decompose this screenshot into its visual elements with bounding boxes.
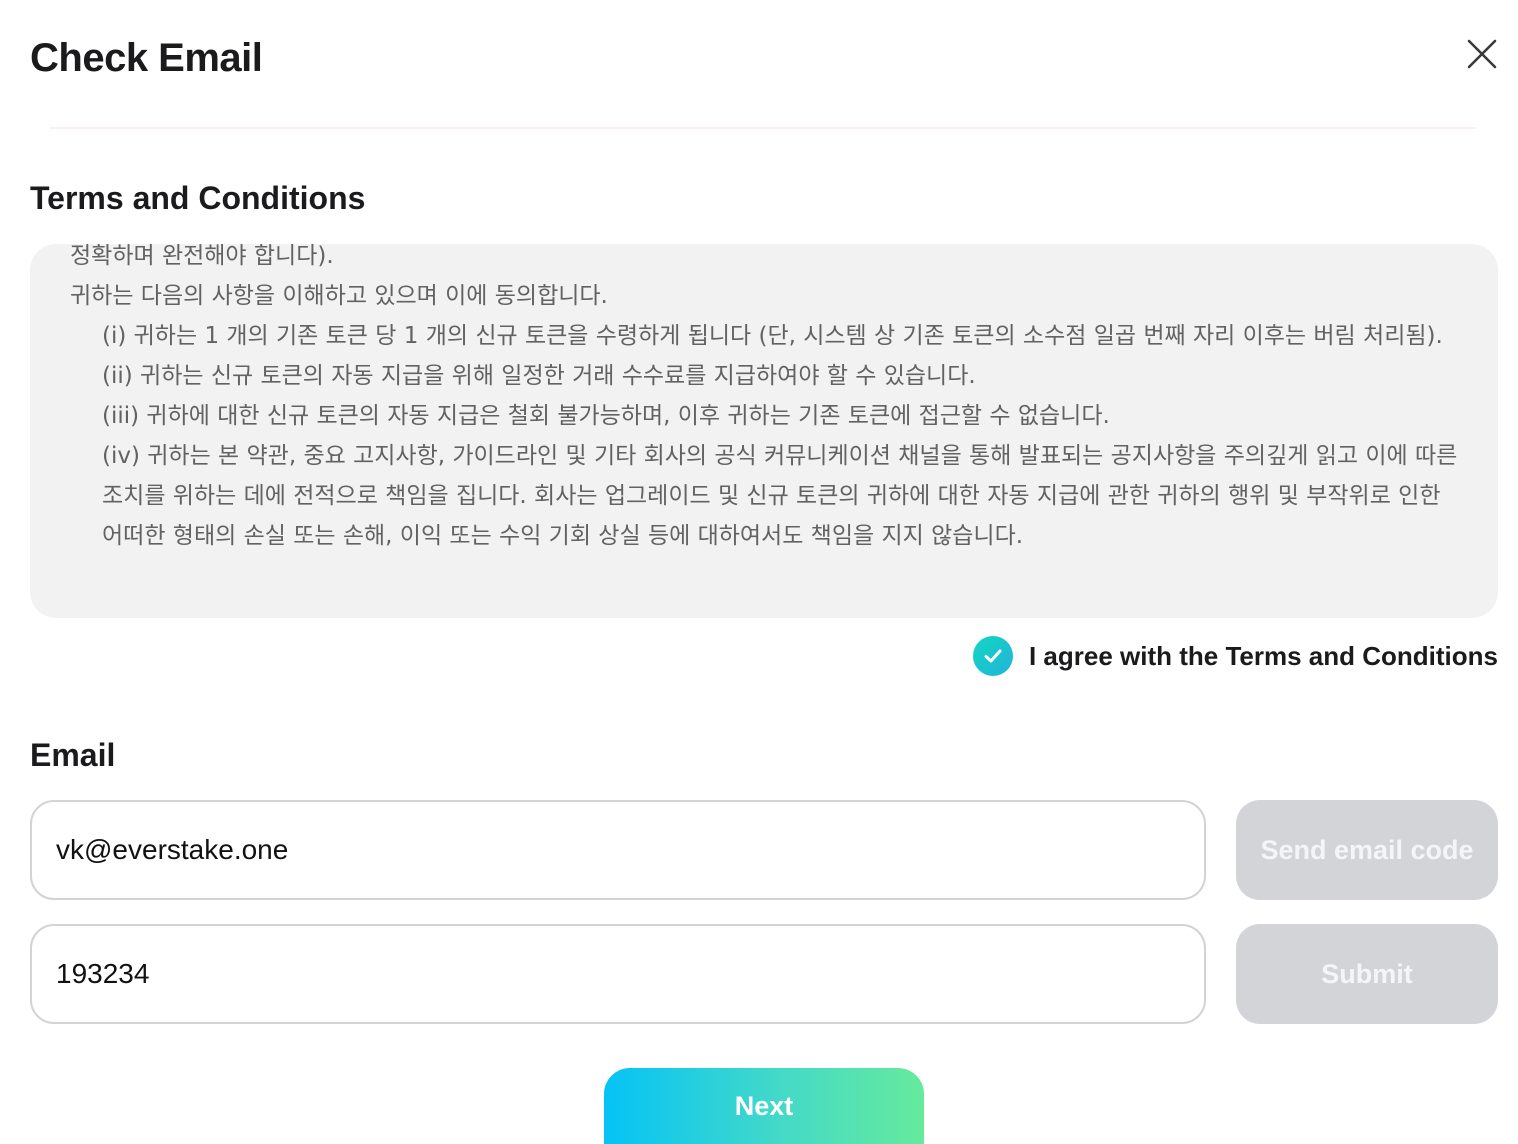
terms-paragraph: (iv) 귀하는 본 약관, 중요 고지사항, 가이드라인 및 기타 회사의 공… [102,443,1458,549]
submit-button[interactable]: Submit [1236,924,1498,1024]
terms-paragraph: (iii) 귀하에 대한 신규 토큰의 자동 지급은 철회 불가능하며, 이후 … [102,403,1110,429]
email-section-title: Email [30,737,116,773]
email-field[interactable] [30,800,1206,900]
terms-paragraph: (i) 귀하는 1 개의 기존 토큰 당 1 개의 신규 토큰을 수령하게 됩니… [102,323,1443,349]
terms-scroll-box[interactable]: 정확하며 완전해야 합니다). 귀하는 다음의 사항을 이해하고 있으며 이에 … [30,244,1498,618]
terms-title: Terms and Conditions [30,180,366,216]
check-email-modal: Check Email Terms and Conditions 정확하며 완전… [0,0,1518,1144]
close-icon [1467,39,1497,69]
agree-label[interactable]: I agree with the Terms and Conditions [1029,641,1498,672]
terms-paragraph: 귀하는 다음의 사항을 이해하고 있으며 이에 동의합니다. [70,283,608,309]
terms-paragraph: 정확하며 완전해야 합니다). [70,244,334,269]
terms-paragraph: (ii) 귀하는 신규 토큰의 자동 지급을 위해 일정한 거래 수수료를 지급… [102,363,976,389]
agree-terms-row[interactable]: I agree with the Terms and Conditions [972,636,1498,676]
next-button[interactable]: Next [604,1068,924,1144]
agree-checkbox[interactable] [972,636,1013,676]
modal-title: Check Email [30,36,263,80]
send-email-code-button[interactable]: Send email code [1236,800,1498,900]
header-divider [50,127,1476,129]
verification-code-field[interactable] [30,924,1206,1024]
close-button[interactable] [1462,34,1502,74]
checkmark-icon [984,649,1002,663]
terms-content: 정확하며 완전해야 합니다). 귀하는 다음의 사항을 이해하고 있으며 이에 … [70,244,1460,556]
